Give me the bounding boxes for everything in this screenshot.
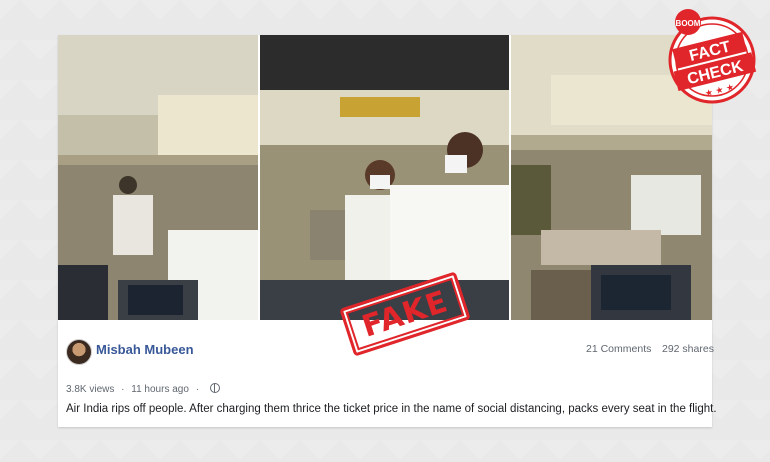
facebook-post-card: Misbah Mubeen 21 Comments 292 shares 3.8… — [58, 35, 717, 427]
video-frames — [58, 35, 712, 320]
post-time[interactable]: 11 hours ago — [131, 384, 189, 395]
view-count: 3.8K views — [66, 384, 115, 395]
share-count[interactable]: 292 shares — [662, 343, 714, 355]
author-name[interactable]: Misbah Mubeen — [96, 342, 194, 357]
post-caption: Air India rips off people. After chargin… — [66, 403, 717, 415]
video-frame-2[interactable] — [260, 35, 509, 320]
comment-count[interactable]: 21 Comments — [586, 343, 651, 355]
post-meta: 3.8K views · 11 hours ago · — [66, 383, 220, 395]
globe-icon — [209, 383, 220, 393]
fact-check-badge: BOOM FACT CHECK ★ ★ ★ — [664, 6, 760, 108]
meta-separator: · — [121, 384, 125, 395]
author-avatar[interactable] — [66, 339, 92, 365]
meta-separator: · — [195, 384, 200, 395]
badge-brand: BOOM — [676, 19, 701, 28]
video-frame-1[interactable] — [58, 35, 258, 320]
